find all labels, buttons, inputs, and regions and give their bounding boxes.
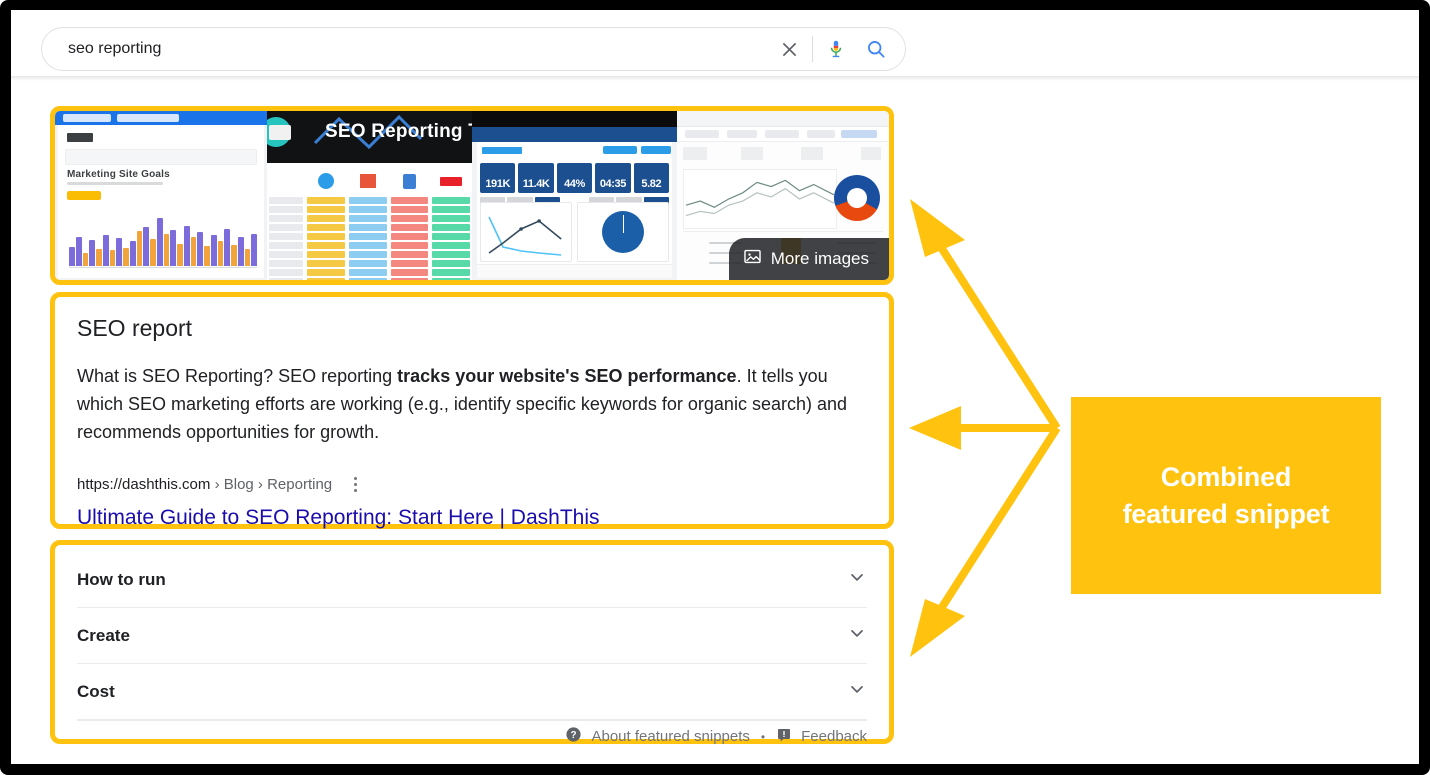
accordion-label: Cost bbox=[77, 681, 115, 701]
more-options-icon[interactable] bbox=[344, 473, 366, 495]
thumb1-bar-chart bbox=[69, 210, 257, 266]
more-images-button[interactable]: More images bbox=[728, 238, 889, 280]
feedback-flag-icon[interactable] bbox=[776, 727, 792, 747]
featured-snippet-highlight: SEO report What is SEO Reporting? SEO re… bbox=[50, 292, 894, 529]
microphone-icon[interactable] bbox=[816, 29, 856, 69]
carousel-thumbnail-2[interactable]: SEO Reporting T bbox=[267, 111, 472, 280]
snippet-footer: ? About featured snippets • Feedback bbox=[77, 720, 867, 752]
thumb4-line-chart bbox=[683, 169, 837, 229]
search-icon[interactable] bbox=[856, 29, 896, 69]
search-input[interactable] bbox=[42, 29, 769, 69]
images-carousel[interactable]: Marketing Site Goals SEO Reporting T 191… bbox=[55, 111, 889, 280]
close-icon[interactable] bbox=[769, 29, 809, 69]
search-divider bbox=[812, 36, 813, 62]
accordion-item-create[interactable]: Create bbox=[77, 608, 867, 664]
result-title-link[interactable]: Ultimate Guide to SEO Reporting: Start H… bbox=[77, 506, 867, 530]
breadcrumb-path: › Blog › Reporting bbox=[210, 475, 333, 493]
svg-text:?: ? bbox=[571, 730, 577, 741]
snippet-part-2-bold: tracks your website's SEO performance bbox=[397, 366, 737, 386]
thumb3-pie-chart bbox=[576, 202, 669, 262]
about-featured-snippets-link[interactable]: About featured snippets bbox=[591, 728, 749, 745]
snippet-part-1: What is SEO Reporting? SEO reporting bbox=[77, 366, 398, 386]
callout-line-1: Combined bbox=[1160, 461, 1292, 492]
images-carousel-highlight: Marketing Site Goals SEO Reporting T 191… bbox=[50, 106, 894, 285]
chevron-down-icon[interactable] bbox=[847, 623, 867, 648]
accordion-label: How to run bbox=[77, 569, 166, 589]
chevron-down-icon[interactable] bbox=[847, 567, 867, 592]
snippet-title: SEO report bbox=[77, 315, 193, 341]
screenshot-frame: Marketing Site Goals bbox=[0, 0, 1430, 775]
chevron-down-icon[interactable] bbox=[847, 679, 867, 704]
carousel-thumbnail-1[interactable]: Marketing Site Goals bbox=[55, 111, 267, 280]
footer-separator: • bbox=[760, 729, 766, 744]
callout-line-2: featured snippet bbox=[1122, 498, 1330, 529]
thumb2-caption: SEO Reporting T bbox=[325, 121, 472, 142]
feedback-link[interactable]: Feedback bbox=[801, 728, 867, 745]
source-row: https://dashthis.com › Blog › Reporting bbox=[77, 473, 867, 495]
search-header bbox=[11, 10, 1419, 77]
carousel-thumbnail-3[interactable]: 191K 11.4K 44% 04:35 5.82 bbox=[472, 111, 677, 280]
thumb3-line-chart bbox=[480, 202, 573, 262]
thumb1-caption: Marketing Site Goals bbox=[67, 169, 170, 180]
breadcrumb[interactable]: https://dashthis.com › Blog › Reporting bbox=[77, 476, 332, 493]
source-domain: https://dashthis.com bbox=[77, 475, 211, 493]
accordion-item-how-to-run[interactable]: How to run bbox=[77, 552, 867, 608]
accordion-label: Create bbox=[77, 625, 130, 645]
snippet-paragraph: What is SEO Reporting? SEO reporting tra… bbox=[77, 362, 867, 446]
search-box[interactable] bbox=[41, 27, 906, 71]
thumb4-donut-chart bbox=[831, 169, 883, 227]
more-images-label: More images bbox=[770, 249, 869, 268]
help-circle-icon[interactable]: ? bbox=[565, 726, 582, 747]
accordion-highlight: How to run Create Cost ? About featured … bbox=[50, 540, 894, 745]
image-icon bbox=[743, 247, 762, 271]
thumb3-kpi-row: 191K 11.4K 44% 04:35 5.82 bbox=[480, 163, 670, 193]
results-column: Marketing Site Goals SEO Reporting T 191… bbox=[11, 77, 1419, 764]
search-results-page: Marketing Site Goals bbox=[11, 10, 1419, 764]
annotation-callout: Combined featured snippet bbox=[1071, 397, 1381, 594]
accordion-item-cost[interactable]: Cost bbox=[77, 664, 867, 720]
thumb2-row-labels bbox=[267, 163, 305, 280]
carousel-thumbnail-4[interactable]: More images bbox=[677, 111, 889, 280]
